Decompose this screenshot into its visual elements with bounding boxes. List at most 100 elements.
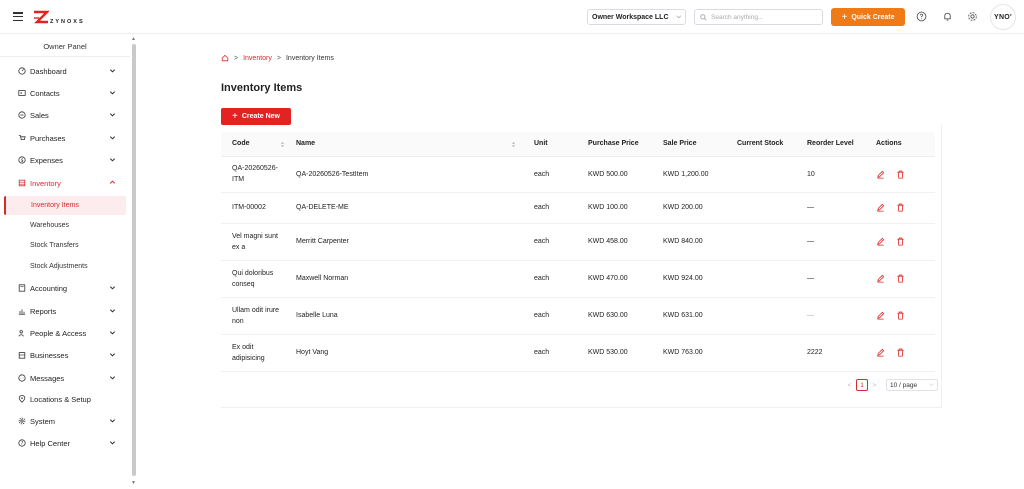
sidebar-item-label: Businesses [30, 350, 69, 360]
quick-create-button[interactable]: + Quick Create [831, 8, 905, 26]
sidebar-item-contacts[interactable]: Contacts [0, 82, 130, 104]
sidebar-item-dashboard[interactable]: Dashboard [0, 60, 130, 82]
breadcrumb-inventory-link[interactable]: Inventory [243, 55, 272, 62]
create-new-button[interactable]: + Create New [221, 108, 291, 125]
cell-unit: each [523, 297, 577, 335]
sidebar-item-label: Contacts [30, 88, 60, 98]
sidebar-item-label: Accounting [30, 283, 68, 293]
cell-actions [865, 223, 935, 261]
edit-icon[interactable] [876, 311, 885, 320]
delete-icon[interactable] [896, 348, 905, 357]
cell-current-stock [726, 223, 796, 261]
svg-text:?: ? [20, 441, 23, 447]
sidebar-item-reports[interactable]: Reports [0, 300, 130, 322]
delete-icon[interactable] [896, 170, 905, 179]
create-new-label: Create New [241, 113, 280, 120]
delete-icon[interactable] [896, 237, 905, 246]
sidebar-scrollbar[interactable]: ▲ ▼ [131, 36, 136, 486]
sidebar-subitem-label: Stock Transfers [30, 242, 79, 249]
breadcrumb-separator: > [234, 54, 239, 62]
workspace-select[interactable]: Owner Workspace LLC ⌵ [587, 9, 686, 25]
sidebar-item-messages[interactable]: Messages [0, 367, 130, 389]
scroll-up-icon[interactable]: ▲ [131, 36, 136, 42]
sidebar-item-label: Help Center [30, 438, 71, 448]
sidebar-item-accounting[interactable]: Accounting [0, 277, 130, 299]
logo[interactable]: ZYNOXS [33, 8, 85, 26]
sidebar-item-locations-setup[interactable]: Locations & Setup [0, 388, 130, 410]
sidebar-item-label: Sales [30, 110, 49, 120]
home-icon[interactable] [221, 54, 229, 62]
cell-actions [865, 297, 935, 335]
next-page-button[interactable]: > [870, 382, 879, 389]
sidebar-item-label: Messages [30, 373, 65, 383]
sidebar-item-people-access[interactable]: People & Access [0, 322, 130, 344]
gauge-icon [17, 67, 26, 76]
inventory-icon [17, 179, 26, 188]
avatar[interactable]: YNO' [990, 4, 1016, 30]
logo-mark [33, 10, 50, 26]
cell-name: Hoyt Vang [285, 334, 523, 372]
contact-card-icon [17, 89, 26, 98]
cell-code: Vel magni sunt ex a [221, 223, 285, 261]
people-icon [17, 329, 26, 338]
sidebar-item-label: People & Access [30, 328, 87, 338]
help-circle-icon[interactable] [916, 11, 927, 22]
page-size-label: 10 / page [890, 381, 918, 389]
top-bar: ZYNOXS Owner Workspace LLC ⌵ Search anyt… [0, 0, 1024, 34]
scroll-down-icon[interactable]: ▼ [131, 480, 136, 486]
sidebar-item-label: Locations & Setup [30, 394, 91, 404]
delete-icon[interactable] [896, 274, 905, 283]
edit-icon[interactable] [876, 203, 885, 212]
inventory-table: Code Name Unit Purchase Price Sale Price… [221, 132, 935, 372]
edit-icon[interactable] [876, 237, 885, 246]
column-header-current-stock: Current Stock [726, 132, 796, 157]
cell-current-stock [726, 156, 796, 193]
cell-unit: each [523, 192, 577, 224]
sort-icon[interactable] [511, 141, 516, 148]
gear-icon[interactable] [967, 11, 978, 22]
svg-text:$: $ [20, 158, 23, 164]
sidebar-item-inventory[interactable]: Inventory [0, 172, 130, 194]
sidebar-item-businesses[interactable]: Businesses [0, 344, 130, 366]
sidebar-item-help-center[interactable]: ? Help Center [0, 432, 130, 454]
menu-icon[interactable] [13, 12, 23, 21]
delete-icon[interactable] [896, 203, 905, 212]
chat-icon [17, 374, 26, 383]
page-title: Inventory Items [221, 82, 303, 94]
cart-icon [17, 134, 26, 143]
table-row: Ullam odit irure non Isabelle Luna each … [221, 297, 935, 335]
table-row: QA-20260526-ITM QA-20260526-TestItem eac… [221, 156, 935, 193]
search-input[interactable]: Search anything... [694, 9, 823, 25]
chevron-down-icon [109, 376, 116, 380]
edit-icon[interactable] [876, 348, 885, 357]
chevron-up-icon [109, 180, 116, 184]
cell-purchase-price: KWD 470.00 [577, 260, 652, 298]
edit-icon[interactable] [876, 274, 885, 283]
column-header-code[interactable]: Code [221, 132, 285, 157]
sidebar-item-sales[interactable]: Sales [0, 104, 130, 126]
sidebar-subitem-warehouses[interactable]: Warehouses [4, 216, 126, 235]
cell-sale-price: KWD 840.00 [652, 223, 726, 261]
cell-current-stock [726, 334, 796, 372]
sidebar-item-purchases[interactable]: Purchases [0, 127, 130, 149]
prev-page-button[interactable]: < [845, 382, 854, 389]
bell-icon[interactable] [942, 11, 953, 22]
sidebar-subitem-inventory-items[interactable]: Inventory Items [4, 196, 126, 215]
sidebar-item-system[interactable]: System [0, 410, 130, 432]
cell-current-stock [726, 297, 796, 335]
column-header-actions: Actions [865, 132, 935, 157]
scrollbar-thumb[interactable] [132, 44, 136, 476]
cell-name: QA-DELETE-ME [285, 192, 523, 224]
delete-icon[interactable] [896, 311, 905, 320]
cell-actions [865, 260, 935, 298]
edit-icon[interactable] [876, 170, 885, 179]
page-1-button[interactable]: 1 [856, 379, 868, 391]
calculator-icon [17, 284, 26, 293]
page-size-select[interactable]: 10 / page ⌵ [886, 379, 938, 391]
sidebar-subitem-stock-transfers[interactable]: Stock Transfers [4, 236, 126, 255]
sidebar-item-expenses[interactable]: $ Expenses [0, 149, 130, 171]
column-header-name[interactable]: Name [285, 132, 523, 157]
sidebar-subitem-stock-adjustments[interactable]: Stock Adjustments [4, 257, 126, 276]
chevron-down-icon [109, 309, 116, 313]
cell-actions [865, 192, 935, 224]
